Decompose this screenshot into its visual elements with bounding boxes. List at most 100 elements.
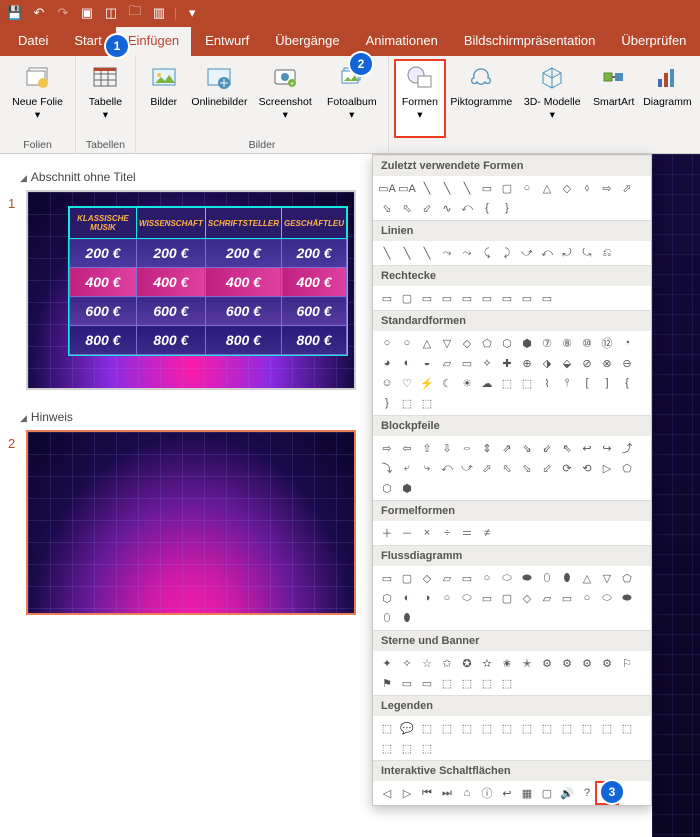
shape-item[interactable]: ▭ [517, 288, 537, 308]
tab-ueberpruefen[interactable]: Überprüfen [609, 27, 698, 56]
table-button[interactable]: Tabelle ▾ [82, 60, 129, 137]
shape-item[interactable]: ⬀ [477, 458, 497, 478]
shape-item[interactable]: ⬡ [377, 478, 397, 498]
shape-item[interactable]: ↩ [497, 783, 517, 803]
shape-item[interactable]: ⬡ [497, 333, 517, 353]
shape-item[interactable]: ⚑ [377, 673, 397, 693]
shape-item[interactable]: ▭ [417, 288, 437, 308]
shape-item[interactable]: ⬚ [617, 718, 637, 738]
shape-item[interactable]: ⬯ [377, 608, 397, 628]
shape-item[interactable]: × [417, 523, 437, 543]
shape-item[interactable]: ▽ [597, 568, 617, 588]
shape-item[interactable]: ✚ [497, 353, 517, 373]
shape-item[interactable]: ▦ [517, 783, 537, 803]
shape-item[interactable]: ∿ [437, 198, 457, 218]
shape-item[interactable]: ▭ [477, 588, 497, 608]
shape-item[interactable]: 💬 [397, 718, 417, 738]
shape-item[interactable]: ⬢ [397, 478, 417, 498]
shape-item[interactable]: ⬭ [497, 568, 517, 588]
shape-item[interactable]: ⬀ [617, 178, 637, 198]
shape-item[interactable]: ⬚ [377, 718, 397, 738]
shape-item[interactable]: ⬚ [497, 373, 517, 393]
shape-item[interactable]: ⬂ [517, 458, 537, 478]
shape-item[interactable]: ＋ [377, 523, 397, 543]
shape-item[interactable]: ▭ [557, 588, 577, 608]
shape-item[interactable]: ▭ [437, 288, 457, 308]
shape-item[interactable]: ⤾ [557, 243, 577, 263]
shape-item[interactable]: ⤺ [537, 243, 557, 263]
display-mode-icon[interactable]: ◫ [102, 4, 120, 22]
shape-item[interactable]: ⚙ [577, 653, 597, 673]
shape-item[interactable]: ◕ [377, 353, 397, 373]
shape-item[interactable]: ⊕ [517, 353, 537, 373]
shape-item[interactable]: ⇖ [557, 438, 577, 458]
shape-item[interactable]: ⤳ [457, 243, 477, 263]
shape-item[interactable]: ⚙ [597, 653, 617, 673]
shape-item[interactable]: ⓘ [477, 783, 497, 803]
tab-entwurf[interactable]: Entwurf [193, 27, 261, 56]
shape-item[interactable]: ╲ [417, 178, 437, 198]
shape-item[interactable]: ⑧ [557, 333, 577, 353]
shape-item[interactable]: ◐ [397, 588, 417, 608]
shape-item[interactable]: { [617, 373, 637, 393]
shape-item[interactable]: ⑫ [597, 333, 617, 353]
shape-item[interactable]: ▽ [437, 333, 457, 353]
shape-item[interactable]: ▭ [457, 568, 477, 588]
shape-item[interactable]: ⬮ [397, 608, 417, 628]
shape-item[interactable]: ▭ [537, 288, 557, 308]
shape-item[interactable]: ⚐ [617, 653, 637, 673]
shape-item[interactable]: } [497, 198, 517, 218]
customize-qat-icon[interactable]: ▾ [183, 4, 201, 22]
shape-item[interactable]: ✧ [397, 653, 417, 673]
shape-item[interactable]: ▢ [497, 588, 517, 608]
shape-item[interactable]: ⬁ [497, 458, 517, 478]
shape-item[interactable]: ◒ [417, 353, 437, 373]
chart-button[interactable]: Diagramm [641, 60, 694, 137]
shape-item[interactable]: ⎌ [597, 243, 617, 263]
tab-bildschirmpraesentation[interactable]: Bildschirmpräsentation [452, 27, 608, 56]
shape-item[interactable]: } [377, 393, 397, 413]
shape-item[interactable]: ⚡ [417, 373, 437, 393]
shape-item[interactable]: ▢ [537, 783, 557, 803]
pictures-button[interactable]: Bilder [142, 60, 186, 137]
shape-item[interactable]: ⇦ [397, 438, 417, 458]
shape-item[interactable]: ⬭ [597, 588, 617, 608]
shape-item[interactable]: ▭A [377, 178, 397, 198]
shape-item[interactable]: ⤶ [397, 458, 417, 478]
shape-item[interactable]: ⬚ [417, 738, 437, 758]
tab-animationen[interactable]: Animationen [354, 27, 450, 56]
section-header-2[interactable]: Hinweis [8, 406, 364, 430]
shape-item[interactable]: ⇙ [537, 438, 557, 458]
shape-item[interactable]: ⬚ [517, 373, 537, 393]
shape-item[interactable]: ⬚ [597, 718, 617, 738]
slide-edit-area[interactable] [652, 154, 700, 837]
shape-item[interactable]: ⬗ [537, 353, 557, 373]
shape-item[interactable]: ≠ [477, 523, 497, 543]
undo-icon[interactable]: ↶ [30, 4, 48, 22]
shape-item[interactable]: ⬚ [517, 718, 537, 738]
shape-item[interactable]: ⤻ [457, 458, 477, 478]
shape-item[interactable]: ⑦ [537, 333, 557, 353]
shape-item[interactable]: ＝ [457, 523, 477, 543]
shape-item[interactable]: ⊘ [577, 353, 597, 373]
shape-item[interactable]: ○ [377, 333, 397, 353]
shape-item[interactable]: ○ [477, 568, 497, 588]
shape-item[interactable]: ⌇ [537, 373, 557, 393]
shape-item[interactable]: ▢ [497, 178, 517, 198]
shape-item[interactable]: ▷ [597, 458, 617, 478]
shape-item[interactable]: ⤺ [457, 198, 477, 218]
shape-item[interactable]: ⬚ [577, 718, 597, 738]
shape-item[interactable]: ⬃ [417, 198, 437, 218]
shape-item[interactable]: ☁ [477, 373, 497, 393]
shape-item[interactable]: ⤳ [437, 243, 457, 263]
icons-button[interactable]: Piktogramme [449, 60, 515, 137]
shape-item[interactable]: ⌂ [457, 783, 477, 803]
shape-item[interactable]: － [397, 523, 417, 543]
slide-thumbnail-2[interactable] [26, 430, 356, 615]
shape-item[interactable]: ⤸ [497, 243, 517, 263]
shape-item[interactable]: ☆ [417, 653, 437, 673]
shape-item[interactable]: ⬠ [617, 458, 637, 478]
shape-item[interactable]: 🔊 [557, 783, 577, 803]
tab-uebergaenge[interactable]: Übergänge [263, 27, 351, 56]
shape-item[interactable]: ⬚ [497, 673, 517, 693]
